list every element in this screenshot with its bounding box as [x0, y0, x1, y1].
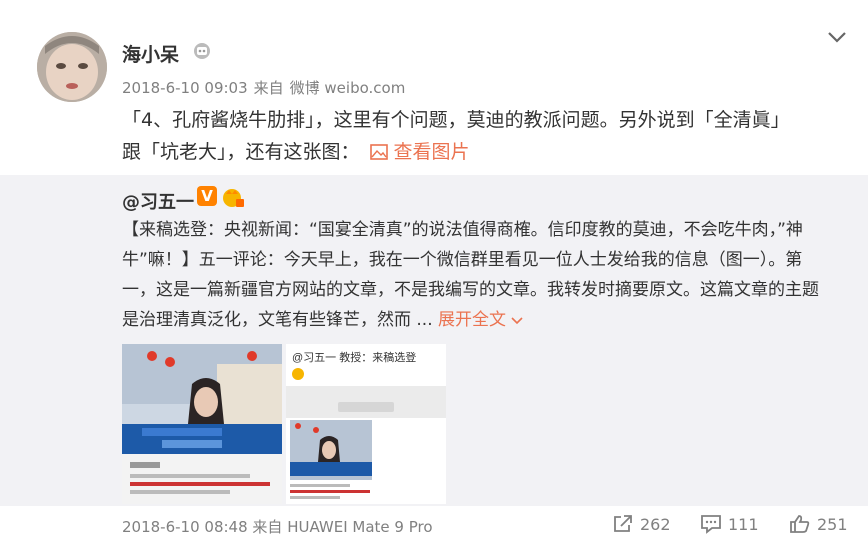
- comment-button[interactable]: 111: [700, 514, 759, 534]
- member-badge-icon[interactable]: [192, 40, 212, 60]
- repost-footer-meta: 2018-6-10 08:48 来自 HUAWEI Mate 9 Pro: [122, 516, 433, 537]
- from-label: 来自: [252, 518, 283, 536]
- repost-button[interactable]: 262: [612, 514, 671, 534]
- crown-badge-icon[interactable]: [221, 186, 245, 208]
- expand-full-text-link[interactable]: 展开全文: [438, 310, 524, 330]
- view-picture-link[interactable]: 查看图片: [360, 141, 470, 163]
- post-text-line2: 跟「坑老大」，还有这张图： 查看图片: [122, 136, 852, 168]
- repost-text-span: 是治理清真泛化，文笔有些锋芒，然而 ...: [122, 310, 433, 330]
- repost-source[interactable]: HUAWEI Mate 9 Pro: [287, 518, 432, 536]
- like-count: 251: [817, 515, 848, 534]
- comment-icon: [701, 515, 721, 534]
- chevron-down-icon[interactable]: [826, 28, 848, 46]
- post-meta: 2018-6-10 09:03 来自 微博 weibo.com: [122, 77, 411, 98]
- expand-label: 展开全文: [438, 310, 507, 330]
- repost-text-line: 是治理清真泛化，文笔有些锋芒，然而 ... 展开全文: [122, 305, 838, 335]
- repost-count: 262: [640, 515, 671, 534]
- thumbs-up-icon: [790, 515, 810, 533]
- like-button[interactable]: 251: [789, 514, 848, 534]
- repost-text: 【来稿选登：央视新闻：“国宴全清真”的说法值得商榷。信印度教的莫迪，不会吃牛肉，…: [122, 215, 838, 335]
- post-text-line: 「4、孔府酱烧牛肋排」，这里有个问题，莫迪的教派问题。另外说到「全清眞」: [122, 109, 790, 131]
- repost-time[interactable]: 2018-6-10 08:48: [122, 518, 248, 536]
- share-icon: [614, 515, 632, 532]
- repost-text-line: 牛”嘛！】五一评论：今天早上，我在一个微信群里看见一位人士发给我的信息（图一）。…: [122, 250, 803, 270]
- post-source[interactable]: 微博 weibo.com: [290, 79, 406, 97]
- post-content: 「4、孔府酱烧牛肋排」，这里有个问题，莫迪的教派问题。另外说到「全清眞」 跟「坑…: [122, 104, 852, 168]
- weibo-card: 海小呆 2018-6-10 09:03 来自 微博 weibo.com 「4、孔府酱…: [0, 0, 868, 553]
- repost-image-1[interactable]: [122, 344, 282, 504]
- picture-icon: [369, 144, 388, 160]
- post-time[interactable]: 2018-6-10 09:03: [122, 79, 248, 97]
- repost-text-line: 一，这是一篇新疆官方网站的文章，不是我编写的文章。我转发时摘要原文。这篇文章的主…: [122, 280, 819, 300]
- repost-author[interactable]: @习五一: [122, 188, 194, 214]
- verified-badge-icon: V: [197, 186, 217, 206]
- from-label: 来自: [253, 79, 284, 97]
- comment-count: 111: [728, 515, 759, 534]
- view-picture-label: 查看图片: [393, 141, 470, 163]
- avatar[interactable]: [37, 32, 107, 102]
- thumb2-header: @习五一 教授：来稿选登: [292, 350, 416, 364]
- expand-chevron-icon: [511, 317, 524, 325]
- repost-image-2[interactable]: @习五一 教授：来稿选登: [286, 344, 446, 504]
- repost-text-line: 【来稿选登：央视新闻：“国宴全清真”的说法值得商榷。信印度教的莫迪，不会吃牛肉，…: [122, 220, 803, 240]
- author-name[interactable]: 海小呆: [122, 40, 179, 67]
- post-text-span: 跟「坑老大」，还有这张图：: [122, 141, 360, 163]
